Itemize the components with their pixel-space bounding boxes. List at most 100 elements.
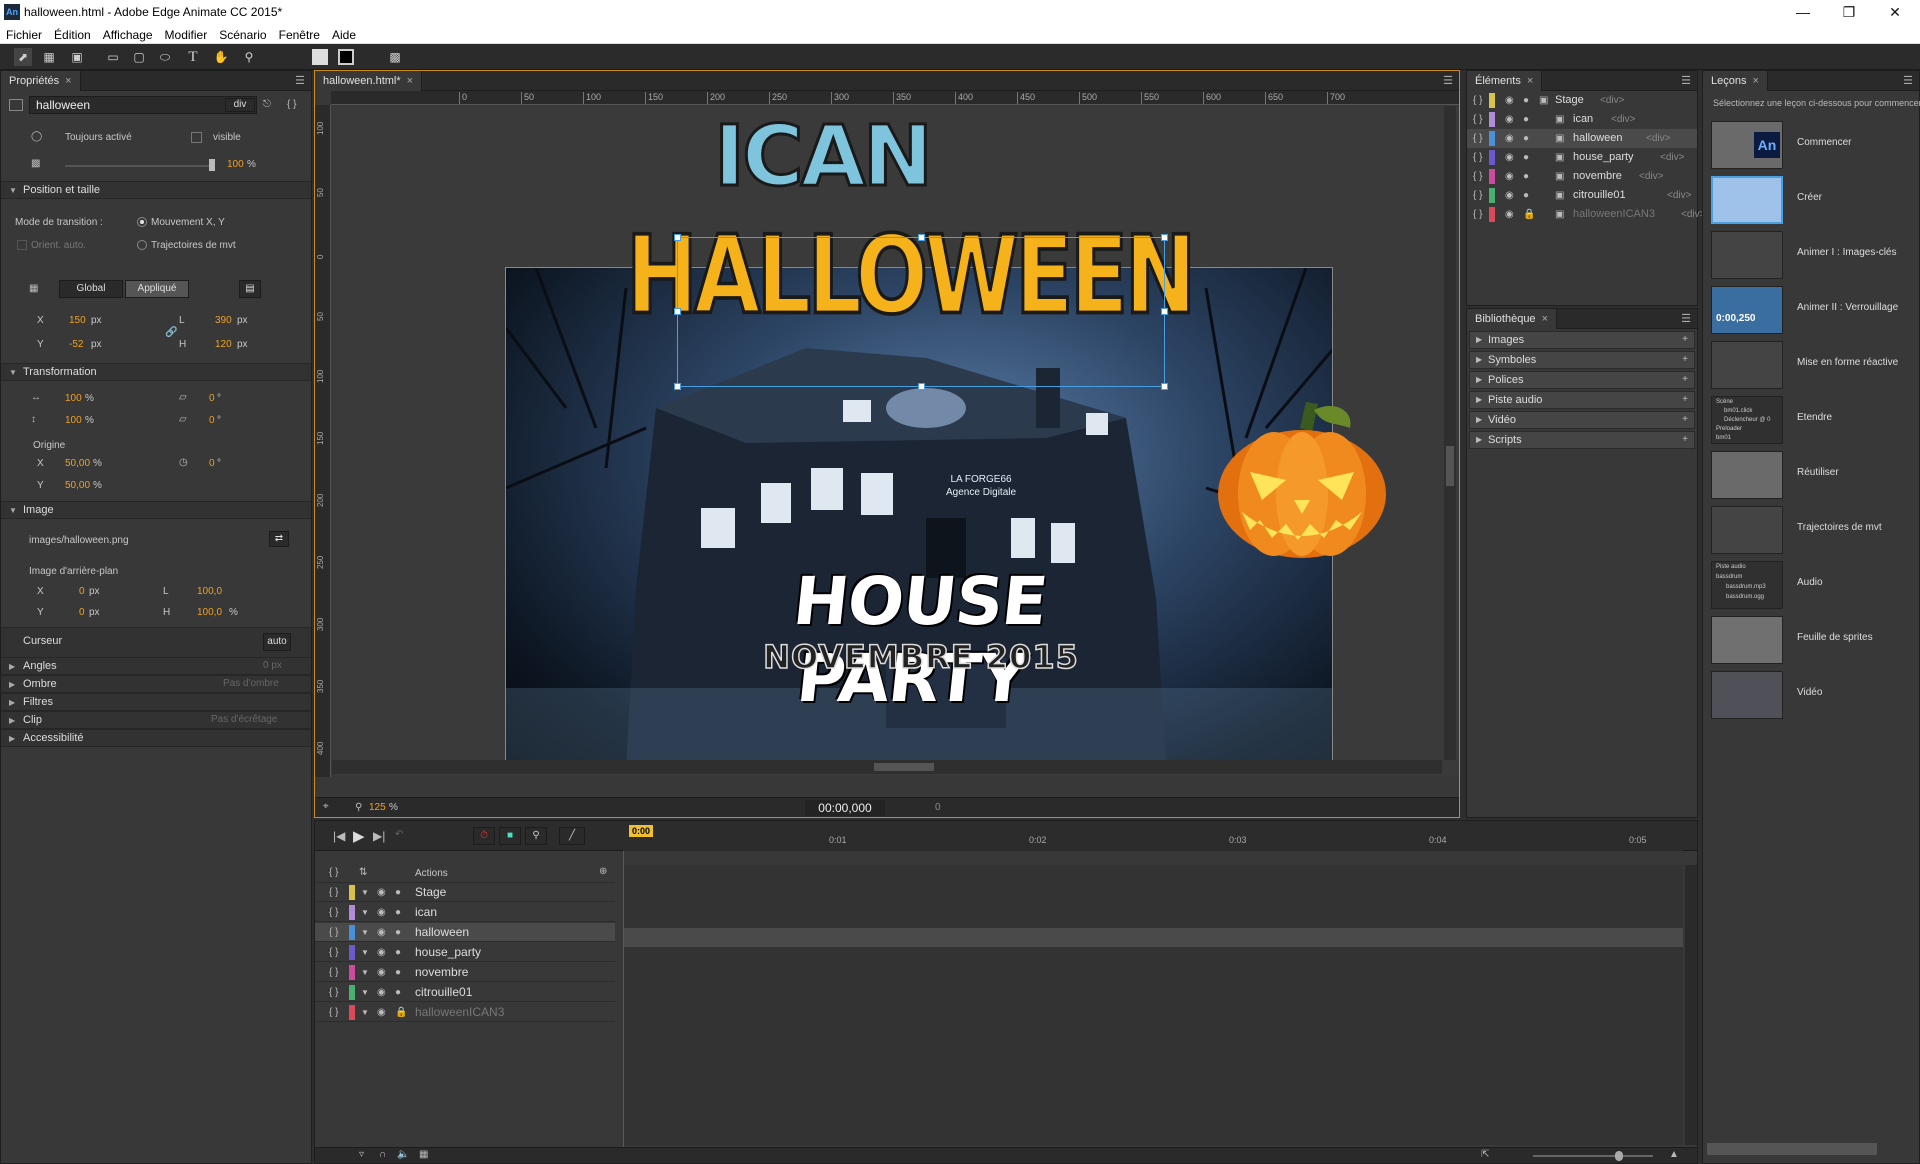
resize-handle-bl[interactable] (674, 383, 681, 390)
lesson-item[interactable]: Piste audio bassdrum bassdrum.mp3 bassdrum.… (1711, 559, 1920, 611)
tab-library[interactable]: Bibliothèque × (1467, 309, 1557, 329)
x-value[interactable]: 150 (69, 315, 86, 326)
crosshair-icon[interactable]: ⌖ (323, 801, 329, 812)
play-icon[interactable]: ▶ (353, 827, 365, 845)
element-row[interactable]: { } ◉ ● ▣ house_party <div> (1467, 148, 1697, 167)
menu-affichage[interactable]: Affichage (97, 26, 159, 44)
section-position-size[interactable]: Position et taille (1, 181, 311, 199)
lock-dot-icon[interactable]: 🔒 (1523, 205, 1535, 224)
library-item[interactable]: ▶ Piste audio + (1469, 391, 1695, 409)
current-time-display[interactable]: 00:00,000 (805, 800, 885, 816)
row-braces-icon[interactable]: { } (1473, 91, 1482, 110)
origin-y-value[interactable]: 50,00 (65, 480, 90, 491)
orient-auto-checkbox[interactable] (17, 240, 27, 250)
element-name-field[interactable]: halloween (29, 96, 257, 114)
row-braces-icon[interactable]: { } (1473, 186, 1482, 205)
lock-dot-icon[interactable]: ● (395, 943, 401, 962)
visible-select[interactable]: visible (213, 132, 241, 143)
eye-icon[interactable]: ◉ (1505, 129, 1514, 148)
always-active-select[interactable]: Toujours activé (65, 132, 132, 143)
rectangle-tool-icon[interactable]: ▭ (104, 48, 122, 66)
resize-handle-t[interactable] (918, 234, 925, 241)
lesson-item[interactable]: Vidéo (1711, 669, 1920, 721)
library-item[interactable]: ▶ Polices + (1469, 371, 1695, 389)
menu-scenario[interactable]: Scénario (213, 26, 272, 44)
resize-handle-r[interactable] (1161, 308, 1168, 315)
opacity-value[interactable]: 100 (227, 159, 244, 170)
lessons-menu-icon[interactable]: ☰ (1903, 74, 1913, 87)
hand-tool-icon[interactable]: ✋ (212, 48, 230, 66)
rounded-rect-tool-icon[interactable]: ▢ (130, 48, 148, 66)
tab-elements[interactable]: Éléments × (1467, 71, 1543, 91)
resize-handle-b[interactable] (918, 383, 925, 390)
playhead-label[interactable]: 0:00 (629, 825, 654, 837)
bg-y-value[interactable]: 0 (79, 607, 85, 618)
lock-dot-icon[interactable]: ● (395, 983, 401, 1002)
row-braces-icon[interactable]: { } (1473, 129, 1482, 148)
close-icon[interactable]: ✕ (1872, 0, 1918, 26)
expand-arrow-icon[interactable]: ▼ (361, 903, 369, 922)
lesson-item[interactable]: Animer I : Images-clés (1711, 229, 1920, 281)
stage-hscroll[interactable] (332, 760, 1442, 774)
time-ruler[interactable]: 0:00 0:01 0:02 0:03 0:04 0:05 (623, 821, 1683, 851)
row-braces-icon[interactable]: { } (329, 943, 338, 962)
lesson-item[interactable]: Réutiliser (1711, 449, 1920, 501)
lessons-hscroll-thumb[interactable] (1707, 1143, 1877, 1155)
eye-icon[interactable]: ◉ (377, 983, 386, 1002)
lock-dot-icon[interactable]: ● (1523, 110, 1529, 129)
stage-vscroll-thumb[interactable] (1446, 446, 1454, 486)
row-braces-icon[interactable]: { } (329, 903, 338, 922)
mode-xy-radio[interactable] (137, 217, 147, 227)
opacity-slider-handle[interactable] (209, 159, 215, 171)
lock-dot-icon[interactable]: ● (1523, 148, 1529, 167)
timeline-layer-row[interactable]: { } ▼ ◉ ● citrouille01 (315, 983, 615, 1002)
grid-icon[interactable]: ▦ (419, 1149, 428, 1160)
lock-dot-icon[interactable]: ● (395, 963, 401, 982)
lock-dot-icon[interactable]: ● (1523, 167, 1529, 186)
lesson-item[interactable]: 0:00,250 Animer II : Verrouillage (1711, 284, 1920, 336)
library-menu-icon[interactable]: ☰ (1681, 312, 1691, 325)
menu-aide[interactable]: Aide (326, 26, 362, 44)
close-elements-icon[interactable]: × (1527, 75, 1533, 87)
library-item[interactable]: ▶ Images + (1469, 331, 1695, 349)
expand-arrow-icon[interactable]: ▼ (361, 923, 369, 942)
y-value[interactable]: -52 (69, 339, 83, 350)
library-item[interactable]: ▶ Vidéo + (1469, 411, 1695, 429)
zoom-mountain-icon[interactable]: ▲ (1669, 1149, 1679, 1160)
section-filters[interactable]: Filtres (1, 693, 311, 711)
stage-menu-icon[interactable]: ☰ (1443, 74, 1453, 87)
timeline-layer-row[interactable]: { } ▼ ◉ ● novembre (315, 963, 615, 982)
go-to-end-icon[interactable]: ▶| (373, 829, 385, 843)
snap-icon[interactable]: ∩ (379, 1149, 386, 1160)
go-to-start-icon[interactable]: |◀ (333, 829, 345, 843)
eye-icon[interactable]: ◉ (377, 943, 386, 962)
filter-icon[interactable]: ▿ (359, 1149, 364, 1160)
code-braces-icon[interactable]: { } (287, 99, 296, 110)
eye-icon[interactable]: ◉ (1505, 167, 1514, 186)
timeline-layer-row[interactable]: { } ▼ ◉ 🔒 halloweenICAN3 (315, 1003, 615, 1022)
eye-icon[interactable]: ◉ (377, 923, 386, 942)
height-value[interactable]: 120 (215, 339, 232, 350)
lesson-item[interactable]: Feuille de sprites (1711, 614, 1920, 666)
expand-arrow-icon[interactable]: ▼ (361, 883, 369, 902)
stage-canvas[interactable]: LA FORGE66 Agence Digitale HOUSE PARTY N… (332, 106, 1458, 776)
add-asset-icon[interactable]: + (1682, 432, 1688, 448)
playhead-line[interactable] (623, 851, 624, 1151)
row-braces-icon[interactable]: { } (1473, 167, 1482, 186)
timeline-tracks[interactable] (623, 851, 1683, 1151)
resize-handle-tl[interactable] (674, 234, 681, 241)
bg-x-value[interactable]: 0 (79, 586, 85, 597)
skew-x-value[interactable]: 0 (209, 393, 215, 404)
tab-document[interactable]: halloween.html* × (315, 71, 423, 91)
eye-icon[interactable]: ◉ (1505, 148, 1514, 167)
timeline-zoom-handle[interactable] (1615, 1151, 1623, 1161)
motion-paths-radio[interactable] (137, 240, 147, 250)
row-braces-icon[interactable]: { } (1473, 110, 1482, 129)
clipping-tool-icon[interactable]: ▣ (68, 48, 86, 66)
visible-checkbox[interactable] (191, 132, 202, 143)
add-asset-icon[interactable]: + (1682, 412, 1688, 428)
row-braces-icon[interactable]: { } (1473, 148, 1482, 167)
novembre-text[interactable]: NOVEMBRE 2015 (751, 637, 1091, 677)
opacity-slider-track[interactable] (65, 165, 215, 167)
add-action-icon[interactable]: ⊕ (599, 866, 607, 877)
